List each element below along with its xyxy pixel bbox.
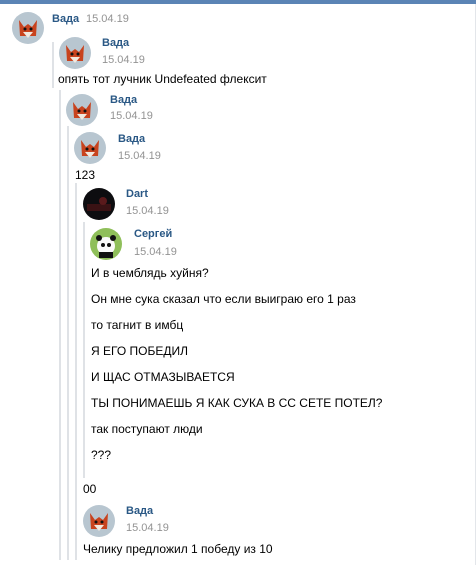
thread-line	[52, 42, 54, 88]
comment-date[interactable]: 15.04.19	[110, 110, 153, 122]
comment-text-line: И ЩАС ОТМАЗЫВАЕТСЯ	[91, 370, 235, 384]
comment-text-line: ТЫ ПОНИМАЕШЬ Я КАК СУКА В СС СЕТЕ ПОТЕЛ?	[91, 396, 383, 410]
comment-author[interactable]: Вада	[110, 94, 137, 106]
comment-date[interactable]: 15.04.19	[102, 54, 145, 66]
avatar[interactable]	[83, 505, 115, 537]
comment-text-line: то тагнит в имбц	[91, 318, 184, 332]
comment-author[interactable]: Сергей	[134, 228, 172, 240]
comment-author[interactable]: Вада	[52, 13, 79, 25]
comment-date[interactable]: 15.04.19	[118, 150, 161, 162]
comment-author[interactable]: Вада	[118, 133, 145, 145]
comment-date[interactable]: 15.04.19	[126, 522, 169, 534]
comment-author[interactable]: Вада	[126, 505, 153, 517]
top-accent-bar	[0, 0, 476, 4]
comment-text: Челику предложил 1 победу из 10	[83, 542, 273, 556]
avatar[interactable]	[12, 12, 44, 44]
panda-avatar-icon	[90, 228, 122, 260]
comment-date[interactable]: 15.04.19	[86, 13, 129, 25]
comment-text: опять тот лучник Undefeated флексит	[58, 72, 267, 86]
fox-avatar-icon	[83, 505, 115, 537]
comment-author[interactable]: Вада	[102, 37, 129, 49]
comment-date[interactable]: 15.04.19	[134, 246, 177, 258]
avatar[interactable]	[90, 228, 122, 260]
comment-text: 00	[83, 482, 97, 496]
thread-line	[83, 222, 85, 478]
thread-line	[75, 183, 77, 560]
fox-avatar-icon	[12, 12, 44, 44]
thread-line	[67, 126, 69, 560]
avatar[interactable]	[59, 37, 91, 69]
comment-text-line: ???	[91, 448, 112, 462]
comment-text-line: Я ЕГО ПОБЕДИЛ	[91, 344, 188, 358]
comment-text-line: так поступают люди	[91, 422, 203, 436]
fox-avatar-icon	[59, 37, 91, 69]
fox-avatar-icon	[74, 132, 106, 164]
thread-line	[59, 90, 61, 560]
comment-text-line: И в чемблядь хуйня?	[91, 266, 209, 280]
avatar[interactable]	[74, 132, 106, 164]
dark-avatar-icon	[83, 188, 115, 220]
comment-author[interactable]: Dart	[126, 188, 148, 200]
comment-text-line: Он мне сука сказал что если выиграю его …	[91, 292, 356, 306]
avatar[interactable]	[83, 188, 115, 220]
comment-text: 123	[75, 168, 96, 182]
fox-avatar-icon	[66, 94, 98, 126]
avatar[interactable]	[66, 94, 98, 126]
comment-date[interactable]: 15.04.19	[126, 205, 169, 217]
